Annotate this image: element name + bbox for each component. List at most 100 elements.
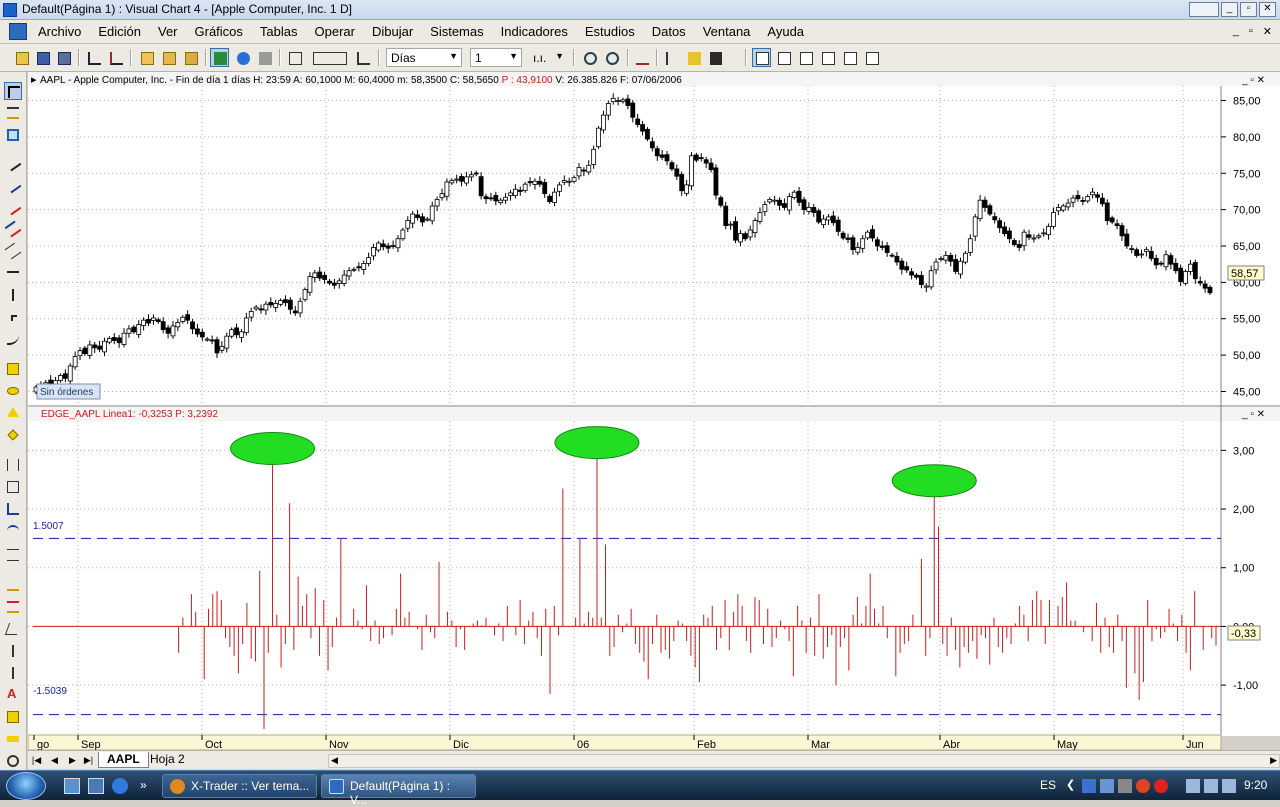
internet-explorer-icon[interactable]	[112, 778, 128, 794]
save-all-button[interactable]	[54, 48, 73, 67]
taskbar-item-visualchart[interactable]: Default(Página 1) : V...	[321, 774, 476, 807]
menu-sistemas[interactable]: Sistemas	[430, 24, 483, 39]
extended-line-tool[interactable]	[4, 198, 22, 216]
network-status-icon[interactable]	[1204, 779, 1218, 793]
arc-tool[interactable]	[4, 522, 22, 540]
curve-tool[interactable]	[4, 330, 22, 348]
rectangle-tool[interactable]	[4, 360, 22, 378]
layout-3-button[interactable]	[796, 48, 815, 67]
last-sheet-button[interactable]: ▶|	[82, 754, 95, 767]
gann-tool[interactable]	[4, 500, 22, 518]
zoom-out-button[interactable]	[580, 48, 599, 67]
properties-button[interactable]	[233, 48, 252, 67]
rectangle-zoom-tool[interactable]	[4, 126, 22, 144]
more-quicklaunch-icon[interactable]: »	[140, 778, 156, 794]
horizontal-scrollbar[interactable]: ◀ ▶	[328, 754, 1280, 768]
open-chart-button[interactable]	[137, 48, 156, 67]
scroll-range-button[interactable]	[309, 48, 349, 67]
page-setup-button[interactable]	[285, 48, 304, 67]
restore-button[interactable]: ▫	[1240, 2, 1257, 17]
taskbar-item-xtrader[interactable]: X-Trader :: Ver tema...	[162, 774, 317, 798]
up-arrow-tool[interactable]	[4, 642, 22, 660]
save-button[interactable]	[33, 48, 52, 67]
down-arrow-tool[interactable]	[4, 664, 22, 682]
period-select[interactable]: Días ▼	[386, 48, 462, 67]
layout-5-button[interactable]	[840, 48, 859, 67]
candle-chart-button[interactable]	[106, 48, 125, 67]
zoom-in-button[interactable]	[602, 48, 621, 67]
menu-estudios[interactable]: Estudios	[585, 24, 635, 39]
style-select[interactable]: ı.ı. ▼	[528, 48, 568, 67]
menu-operar[interactable]: Operar	[315, 24, 355, 39]
sheet-tab-hoja-2[interactable]: Hoja 2	[142, 752, 193, 768]
print-button[interactable]	[255, 48, 274, 67]
prev-sheet-button[interactable]: ◀	[48, 754, 61, 767]
link-button[interactable]	[210, 48, 229, 67]
fibonacci-tool[interactable]	[4, 456, 22, 474]
pointer-button[interactable]	[662, 48, 681, 67]
angle-tool[interactable]	[4, 620, 22, 638]
alert-icon[interactable]	[1154, 779, 1168, 793]
open-button[interactable]	[12, 48, 31, 67]
open-page-button[interactable]	[159, 48, 178, 67]
note-tool[interactable]	[4, 708, 22, 726]
bar-chart-button[interactable]	[84, 48, 103, 67]
mdi-restore-button[interactable]: ▫	[1249, 25, 1253, 38]
menu-indicadores[interactable]: Indicadores	[501, 24, 568, 39]
close-button[interactable]: ✕	[1259, 2, 1276, 17]
select-tool[interactable]	[4, 82, 22, 100]
crosshair-tool[interactable]	[4, 104, 22, 122]
restore-toolbar-button[interactable]	[1189, 2, 1219, 17]
menu-ver[interactable]: Ver	[158, 24, 178, 39]
trend-tool-button[interactable]	[632, 48, 651, 67]
diamond-tool[interactable]	[4, 426, 22, 444]
minimize-button[interactable]: _	[1221, 2, 1238, 17]
switch-windows-icon[interactable]	[88, 778, 104, 794]
open-workspace-button[interactable]	[181, 48, 200, 67]
language-indicator[interactable]: ES	[1040, 778, 1056, 792]
monitor-icon[interactable]	[1100, 779, 1114, 793]
layout-6-button[interactable]	[862, 48, 881, 67]
clock[interactable]: 9:20	[1244, 778, 1267, 792]
menu-dibujar[interactable]: Dibujar	[372, 24, 413, 39]
chart-canvas[interactable]: ▸ AAPL - Apple Computer, Inc. - Fin de d…	[28, 72, 1280, 750]
menu-tablas[interactable]: Tablas	[260, 24, 298, 39]
network-icon[interactable]	[1082, 779, 1096, 793]
horizontal-line-tool[interactable]	[4, 264, 22, 282]
menu-ayuda[interactable]: Ayuda	[767, 24, 804, 39]
menu-archivo[interactable]: Archivo	[38, 24, 81, 39]
layout-4-button[interactable]	[818, 48, 837, 67]
ruler-tool[interactable]	[4, 730, 22, 748]
scroll-right-icon[interactable]: ▶	[1270, 755, 1277, 766]
menu-ventana[interactable]: Ventana	[703, 24, 751, 39]
layout-1-button[interactable]	[752, 48, 771, 67]
text-tool[interactable]: A	[4, 686, 22, 704]
scroll-left-icon[interactable]: ◀	[331, 755, 338, 766]
pen-color-button[interactable]	[706, 48, 736, 67]
price-panel-window-controls[interactable]: _ ▫ ✕	[1241, 75, 1265, 86]
menu-edicion[interactable]: Edición	[98, 24, 141, 39]
start-button[interactable]	[6, 772, 46, 800]
chart-document-icon[interactable]	[9, 23, 27, 40]
show-desktop-icon[interactable]	[64, 778, 80, 794]
menu-graficos[interactable]: Gráficos	[195, 24, 243, 39]
device-icon[interactable]	[1118, 779, 1132, 793]
first-sheet-button[interactable]: |◀	[30, 754, 43, 767]
magnifier-tool[interactable]	[4, 752, 22, 770]
power-icon[interactable]	[1186, 779, 1200, 793]
text-block-tool[interactable]	[4, 546, 22, 564]
channel-tool[interactable]	[4, 220, 22, 238]
parallel-lines-tool[interactable]	[4, 242, 22, 260]
layout-2-button[interactable]	[774, 48, 793, 67]
tray-expand-icon[interactable]: ❮	[1066, 778, 1075, 791]
vertical-line-tool[interactable]	[4, 286, 22, 304]
next-sheet-button[interactable]: ▶	[66, 754, 79, 767]
cursor-button[interactable]	[353, 48, 372, 67]
regression-channel-tool[interactable]	[4, 598, 22, 616]
cross-line-tool[interactable]	[4, 308, 22, 326]
antivirus-icon[interactable]	[1136, 779, 1150, 793]
fill-button[interactable]	[684, 48, 703, 67]
ellipse-tool[interactable]	[4, 382, 22, 400]
mdi-minimize-button[interactable]: _	[1233, 25, 1239, 38]
trendline-tool[interactable]	[4, 154, 22, 172]
